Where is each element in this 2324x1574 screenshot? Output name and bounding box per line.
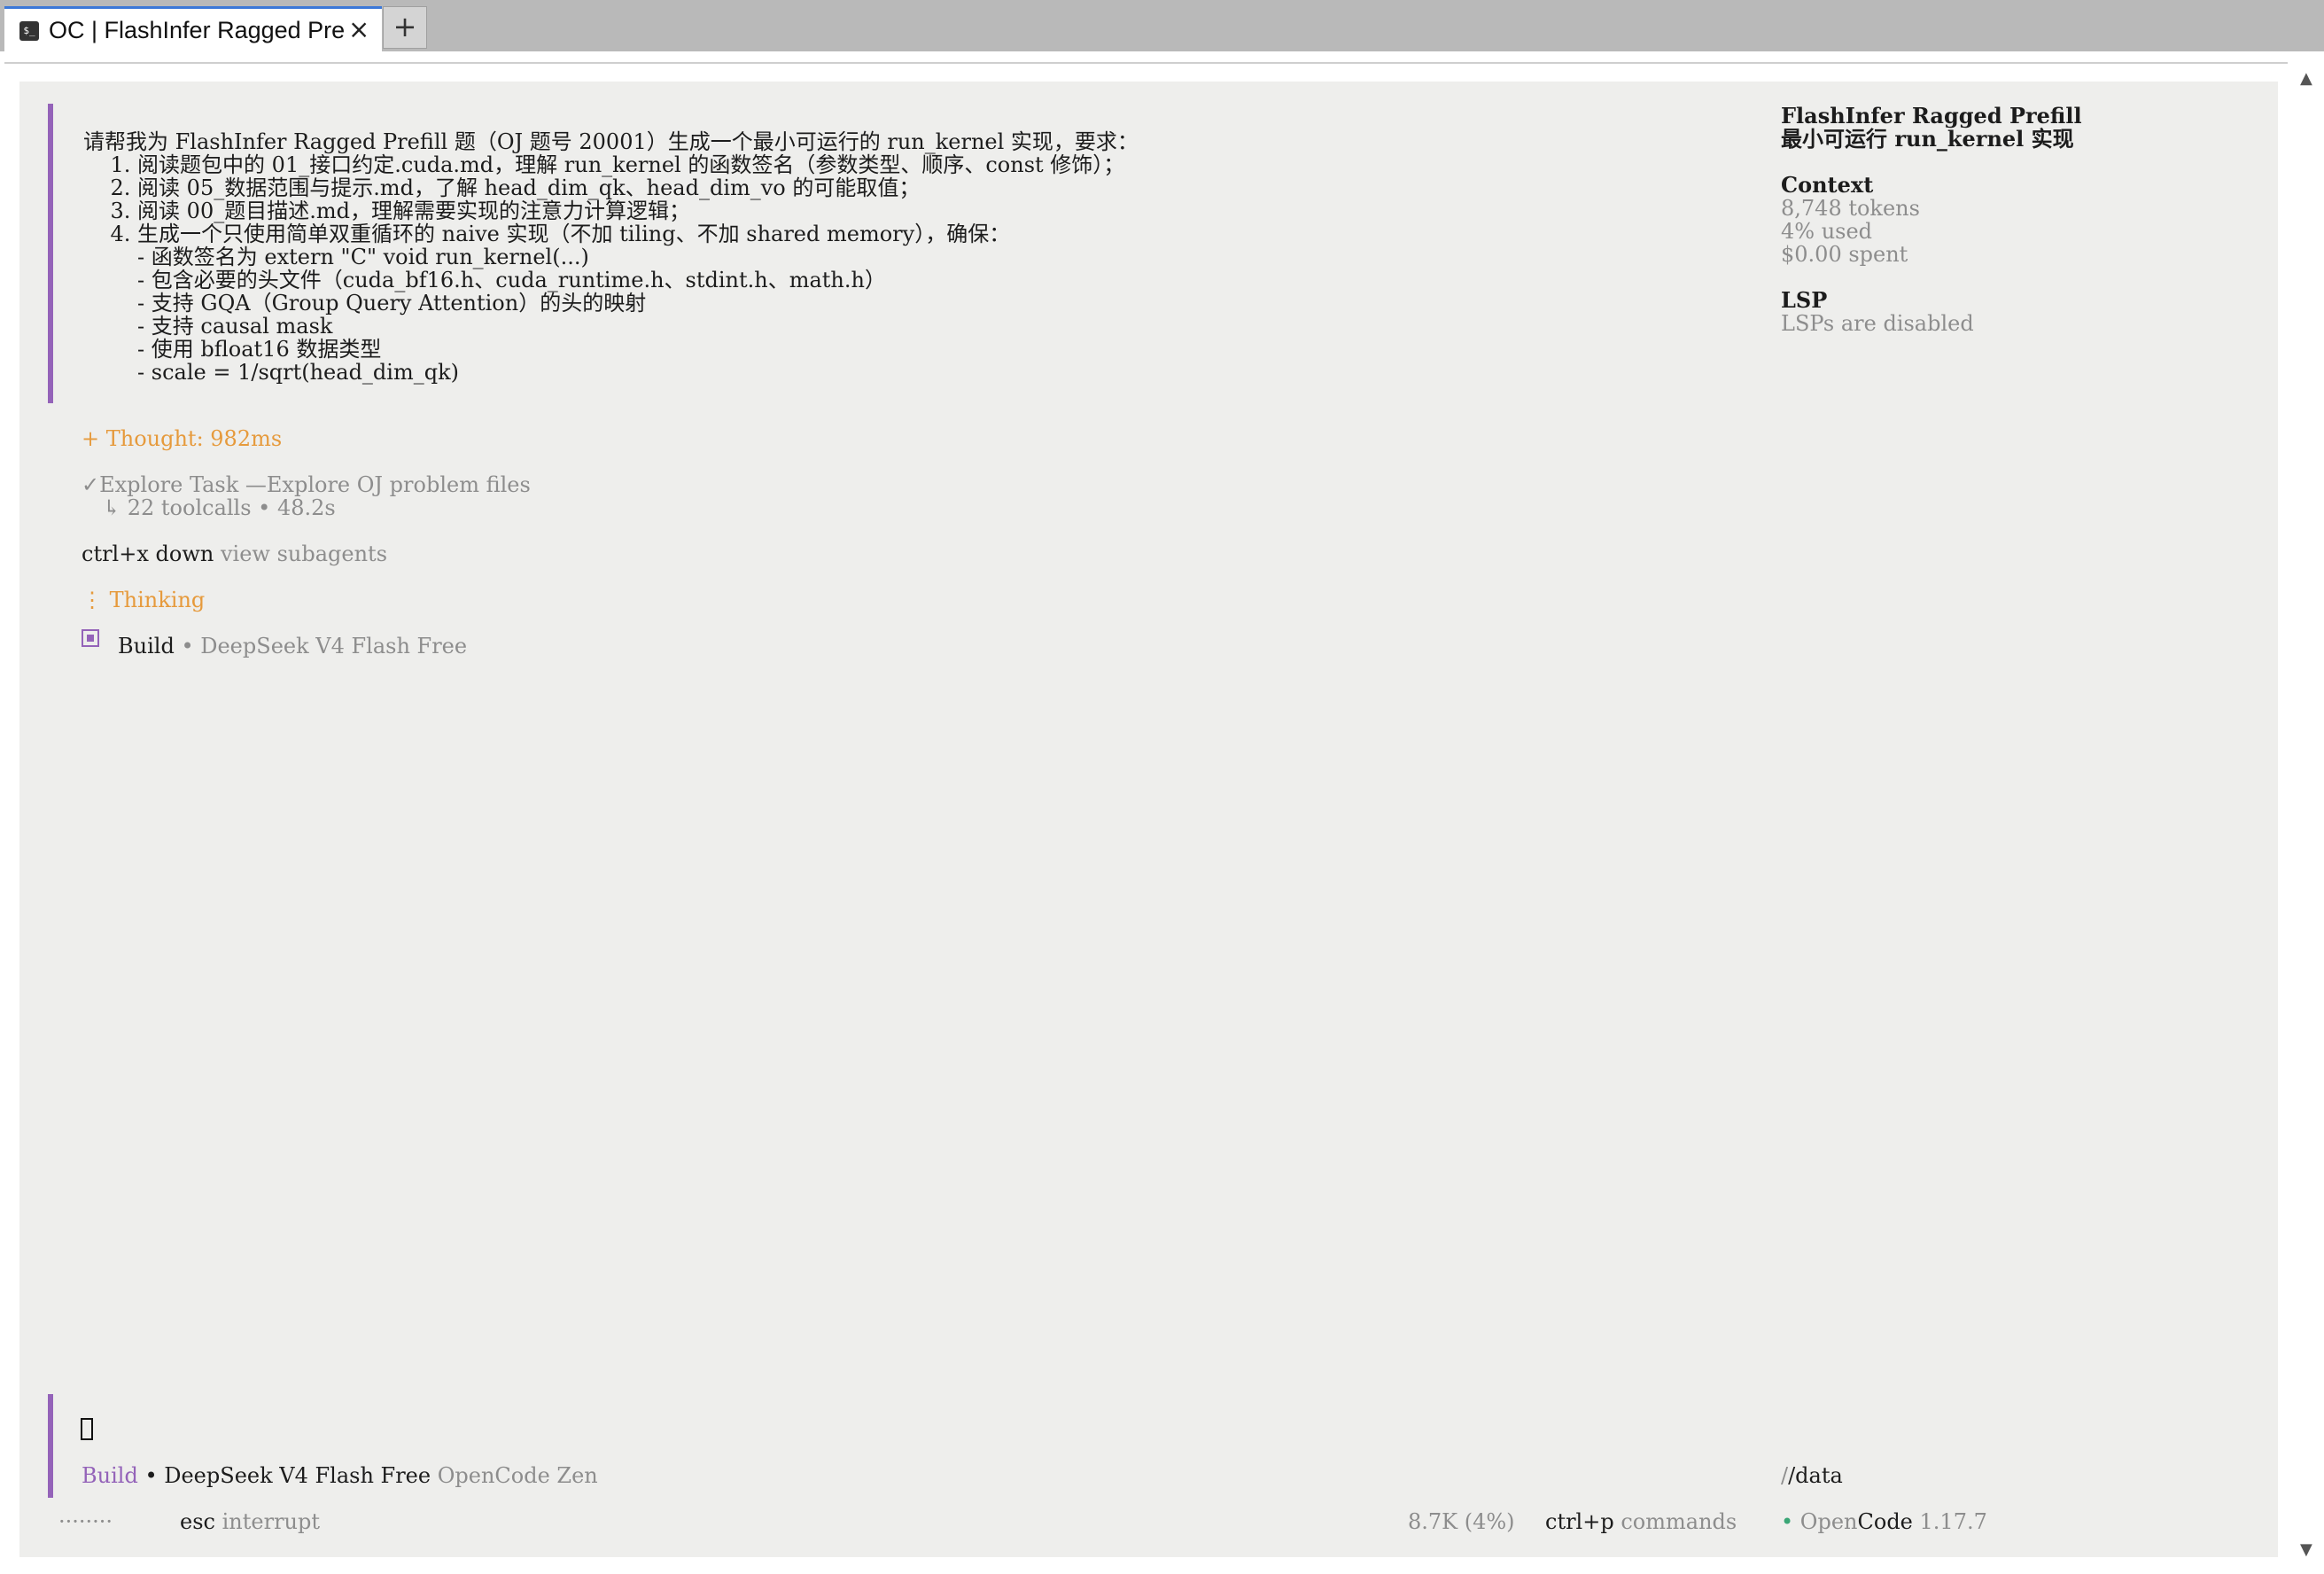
scroll-up-icon[interactable]: ▲ bbox=[2300, 69, 2312, 88]
scroll-down-icon[interactable]: ▼ bbox=[2300, 1540, 2312, 1559]
new-tab-button[interactable]: + bbox=[383, 6, 427, 49]
version-number: 1.17.7 bbox=[1919, 1509, 1987, 1534]
progress-dots: ········ bbox=[58, 1509, 113, 1534]
app-name-open: Open bbox=[1799, 1509, 1858, 1534]
working-directory: //data bbox=[1781, 1464, 1843, 1487]
build-status-icon bbox=[82, 629, 99, 647]
app-name-code: Code bbox=[1857, 1509, 1913, 1534]
thinking-label: Thinking bbox=[109, 588, 206, 612]
key-hint: ctrl+x down bbox=[82, 542, 214, 566]
prompt-line: - 函数签名为 extern "C" void run_kernel(...) bbox=[83, 245, 589, 269]
divider bbox=[4, 62, 2288, 64]
session-subtitle: 最小可运行 run_kernel 实现 bbox=[1781, 126, 2074, 152]
context-heading: Context bbox=[1781, 172, 1874, 198]
subagents-hint: ctrl+x down view subagents bbox=[82, 542, 387, 565]
tab-bar: $_ OC | FlashInfer Ragged Pre × + bbox=[0, 0, 2324, 51]
prompt-line: 请帮我为 FlashInfer Ragged Prefill 题（OJ 题号 2… bbox=[83, 129, 1139, 154]
input-provider: OpenCode Zen bbox=[437, 1463, 598, 1488]
hint-label: view subagents bbox=[220, 542, 388, 566]
prompt-line: - scale = 1/sqrt(head_dim_qk) bbox=[83, 360, 459, 385]
user-message-accent-bar bbox=[48, 104, 53, 403]
build-status-icon-fill bbox=[87, 635, 94, 642]
esc-label: interrupt bbox=[222, 1509, 320, 1534]
tab-terminal[interactable]: $_ OC | FlashInfer Ragged Pre × bbox=[4, 6, 382, 51]
terminal-icon: $_ bbox=[19, 21, 39, 41]
prompt-line: 4. 生成一个只使用简单双重循环的 naive 实现（不加 tiling、不加 … bbox=[83, 222, 1011, 246]
thought-toggle[interactable]: + Thought: 982ms bbox=[82, 427, 282, 450]
app-version: • OpenCode 1.17.7 bbox=[1781, 1510, 1987, 1533]
status-dot-icon: • bbox=[1781, 1509, 1794, 1534]
build-mode: Build bbox=[118, 634, 175, 658]
context-spent: $0.00 spent bbox=[1781, 242, 1908, 267]
prompt-line: - 包含必要的头文件（cuda_bf16.h、cuda_runtime.h、st… bbox=[83, 268, 886, 292]
lsp-status: LSPs are disabled bbox=[1781, 311, 1974, 336]
input-mode: Build bbox=[82, 1463, 138, 1488]
thinking-status: ⋮ Thinking bbox=[82, 588, 205, 612]
prompt-line: - 支持 GQA（Group Query Attention）的头的映射 bbox=[83, 291, 647, 316]
input-cursor[interactable] bbox=[81, 1418, 93, 1440]
prompt-line: - 支持 causal mask bbox=[83, 314, 333, 339]
explore-task[interactable]: ✓Explore Task —Explore OJ problem files bbox=[82, 473, 531, 496]
context-used: 4% used bbox=[1781, 219, 1873, 244]
path-name: /data bbox=[1788, 1463, 1843, 1488]
lsp-heading: LSP bbox=[1781, 287, 1828, 313]
prompt-line: 2. 阅读 05_数据范围与提示.md，了解 head_dim_qk、head_… bbox=[83, 175, 921, 200]
tab-title: OC | FlashInfer Ragged Pre bbox=[49, 17, 346, 43]
interrupt-hint[interactable]: esc interrupt bbox=[180, 1510, 320, 1533]
build-model: • DeepSeek V4 Flash Free bbox=[181, 634, 468, 658]
build-status: Build • DeepSeek V4 Flash Free bbox=[118, 635, 467, 658]
explore-task-label: Explore Task —Explore OJ problem files bbox=[99, 472, 531, 497]
token-usage: 8.7K (4%) bbox=[1408, 1509, 1515, 1534]
check-icon: ✓ bbox=[82, 472, 100, 497]
context-tokens: 8,748 tokens bbox=[1781, 196, 1920, 221]
prompt-line: - 使用 bfloat16 数据类型 bbox=[83, 337, 382, 362]
explore-task-stats: ↳ 22 toolcalls • 48.2s bbox=[103, 495, 336, 520]
prompt-line: 3. 阅读 00_题目描述.md，理解需要实现的注意力计算逻辑； bbox=[83, 199, 690, 223]
prompt-line: 1. 阅读题包中的 01_接口约定.cuda.md，理解 run_kernel … bbox=[83, 152, 1125, 177]
session-title: FlashInfer Ragged Prefill bbox=[1781, 103, 2082, 129]
input-model: • DeepSeek V4 Flash Free bbox=[144, 1463, 431, 1488]
input-model-info[interactable]: Build • DeepSeek V4 Flash Free OpenCode … bbox=[82, 1464, 598, 1487]
esc-key: esc bbox=[180, 1509, 215, 1534]
close-icon[interactable]: × bbox=[348, 14, 369, 44]
input-accent-bar bbox=[48, 1394, 53, 1498]
commands-key: ctrl+p bbox=[1545, 1509, 1614, 1534]
path-slash: / bbox=[1781, 1463, 1789, 1488]
commands-label: commands bbox=[1621, 1509, 1737, 1534]
commands-hint[interactable]: ctrl+p commands bbox=[1545, 1510, 1737, 1533]
spinner-icon: ⋮ bbox=[82, 588, 103, 612]
